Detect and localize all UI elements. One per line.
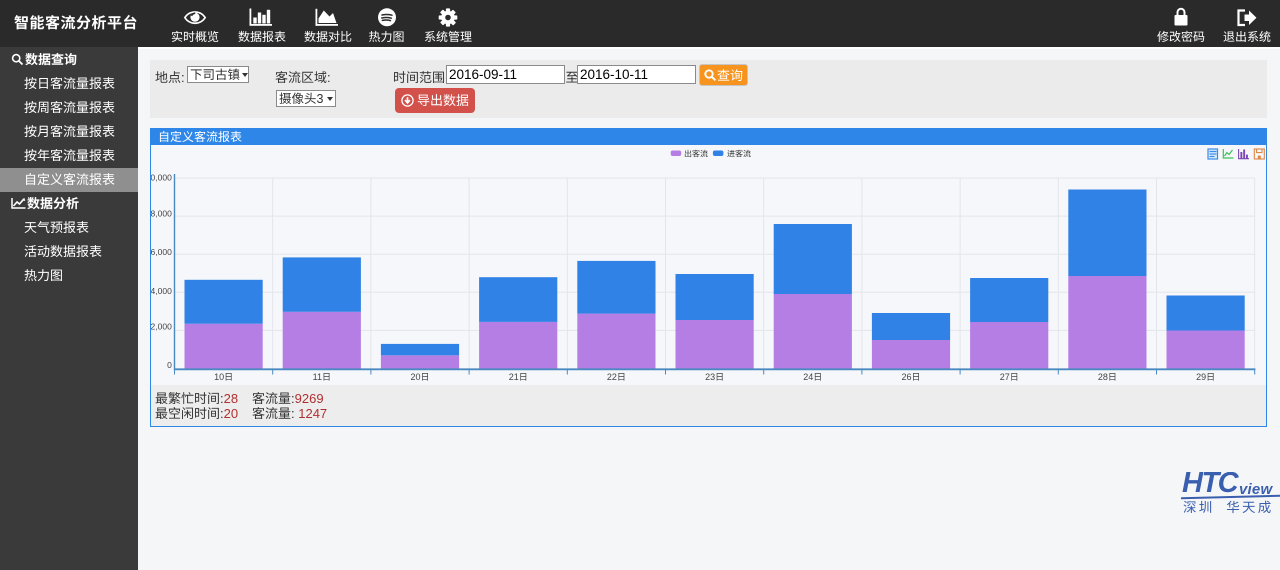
svg-text:20日: 20日: [410, 372, 429, 382]
svg-text:8,000: 8,000: [151, 208, 172, 218]
svg-text:0: 0: [167, 360, 172, 370]
svg-text:11日: 11日: [313, 372, 331, 382]
svg-text:10日: 10日: [214, 372, 233, 382]
svg-text:21日: 21日: [509, 372, 528, 382]
svg-text:22日: 22日: [607, 372, 626, 382]
svg-text:24日: 24日: [803, 372, 822, 382]
svg-text:23日: 23日: [705, 372, 724, 382]
svg-text:出客流: 出客流: [684, 150, 708, 159]
svg-text:29日: 29日: [1196, 372, 1215, 382]
svg-text:4,000: 4,000: [151, 286, 172, 296]
svg-text:26日: 26日: [901, 372, 920, 382]
svg-text:10,000: 10,000: [151, 173, 172, 183]
svg-text:6,000: 6,000: [151, 247, 172, 257]
svg-text:2,000: 2,000: [151, 322, 172, 332]
svg-text:27日: 27日: [1000, 372, 1019, 382]
svg-text:28日: 28日: [1098, 372, 1117, 382]
svg-text:进客流: 进客流: [727, 150, 751, 159]
